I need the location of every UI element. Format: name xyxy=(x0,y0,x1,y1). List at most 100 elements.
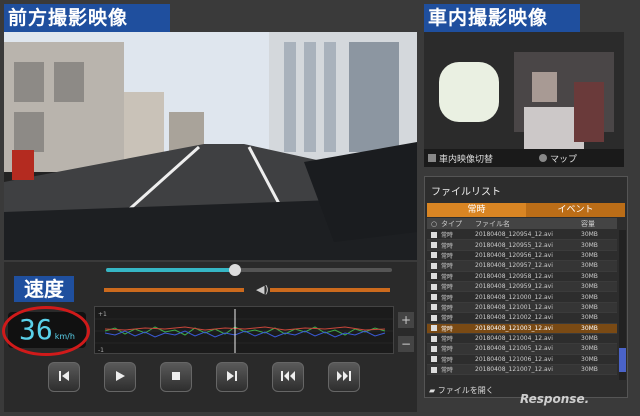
open-file-button[interactable]: ▰ ファイルを開く xyxy=(429,385,494,396)
row-type: 常時 xyxy=(441,252,454,260)
rewind-button[interactable] xyxy=(272,362,304,392)
volume-icon[interactable]: ◀) xyxy=(256,283,269,296)
zoom-out-button[interactable]: − xyxy=(398,336,414,352)
next-frame-icon xyxy=(225,368,239,387)
row-checkbox[interactable] xyxy=(431,273,437,280)
row-type: 常時 xyxy=(441,315,454,323)
row-checkbox[interactable] xyxy=(431,366,437,373)
row-checkbox[interactable] xyxy=(431,325,437,332)
row-size: 30MB xyxy=(581,345,598,353)
folder-icon: ▰ xyxy=(429,386,436,395)
column-size[interactable]: 容量 xyxy=(581,219,617,229)
row-type: 常時 xyxy=(441,232,454,240)
file-list-scrollbar[interactable] xyxy=(619,230,626,380)
row-checkbox[interactable] xyxy=(431,231,437,238)
row-filename: 20180408_121006_12.avi xyxy=(475,355,553,363)
fast-forward-button[interactable] xyxy=(328,362,360,392)
cabin-switch-button[interactable]: 車内映像切替 xyxy=(428,152,493,165)
row-filename: 20180408_121005_12.avi xyxy=(475,345,553,353)
row-type: 常時 xyxy=(441,294,454,302)
playback-progress-slider[interactable] xyxy=(106,264,392,276)
file-row[interactable]: 常時 20180408_121001_12.avi 30MB xyxy=(427,302,617,314)
map-icon xyxy=(539,154,548,162)
column-type[interactable]: タイプ xyxy=(441,219,475,229)
next-frame-button[interactable] xyxy=(216,362,248,392)
row-size: 30MB xyxy=(581,355,598,363)
stop-button[interactable] xyxy=(160,362,192,392)
row-type: 常時 xyxy=(441,304,454,312)
front-camera-heading: 前方撮影映像 xyxy=(4,4,170,32)
row-size: 30MB xyxy=(581,262,598,270)
row-type: 常時 xyxy=(441,263,454,271)
file-row[interactable]: 常時 20180408_121004_12.avi 30MB xyxy=(427,334,617,345)
progress-knob[interactable] xyxy=(228,264,241,276)
row-size: 30MB xyxy=(581,303,598,311)
file-row[interactable]: 常時 20180408_120957_12.avi 30MB xyxy=(427,261,617,272)
volume-slider[interactable] xyxy=(270,288,390,292)
play-button[interactable] xyxy=(104,362,136,392)
cabin-camera-video[interactable] xyxy=(424,32,624,149)
row-checkbox[interactable] xyxy=(431,345,437,352)
rewind-icon xyxy=(280,368,296,387)
row-checkbox[interactable] xyxy=(431,252,437,259)
front-camera-video[interactable] xyxy=(4,32,417,260)
row-checkbox[interactable] xyxy=(431,242,437,249)
row-type: 常時 xyxy=(441,242,454,250)
file-row[interactable]: 常時 20180408_120955_12.avi 30MB xyxy=(427,240,617,251)
playback-speed-slider[interactable] xyxy=(104,288,244,292)
row-type: 常時 xyxy=(441,367,454,375)
file-row[interactable]: 常時 20180408_120959_12.avi 30MB xyxy=(427,281,617,293)
row-size: 30MB xyxy=(581,324,598,332)
tab-event[interactable]: イベント xyxy=(526,203,625,217)
row-checkbox[interactable] xyxy=(431,262,437,269)
camera-switch-icon xyxy=(428,154,436,162)
file-list-panel: ファイルリスト 常時 イベント ○ タイプ ファイル名 容量 常時 2018040… xyxy=(424,176,628,398)
tab-normal[interactable]: 常時 xyxy=(427,203,526,217)
row-checkbox[interactable] xyxy=(431,335,437,342)
row-checkbox[interactable] xyxy=(431,294,437,301)
speed-highlight-circle xyxy=(2,306,90,356)
file-row[interactable]: 常時 20180408_121005_12.avi 30MB xyxy=(427,344,617,355)
file-list-tabs: 常時 イベント xyxy=(427,203,625,217)
zoom-in-button[interactable]: + xyxy=(398,312,414,328)
open-file-label: ファイルを開く xyxy=(437,386,494,395)
graph-bottom-label: -1 xyxy=(98,347,104,354)
row-size: 30MB xyxy=(581,293,598,301)
file-list-header: ○ タイプ ファイル名 容量 xyxy=(427,218,617,229)
row-checkbox[interactable] xyxy=(431,283,437,290)
scrollbar-thumb[interactable] xyxy=(619,348,626,372)
row-filename: 20180408_120956_12.avi xyxy=(475,251,553,259)
row-filename: 20180408_120957_12.avi xyxy=(475,262,553,270)
row-type: 常時 xyxy=(441,325,454,333)
row-checkbox[interactable] xyxy=(431,314,437,321)
row-checkbox[interactable] xyxy=(431,304,437,311)
file-row[interactable]: 常時 20180408_120958_12.avi 30MB xyxy=(427,272,617,282)
select-all-icon[interactable]: ○ xyxy=(427,220,441,228)
file-row[interactable]: 常時 20180408_120954_12.avi 30MB xyxy=(427,230,617,241)
file-list-rows: 常時 20180408_120954_12.avi 30MB 常時 20180408_1… xyxy=(427,230,617,376)
fast-forward-icon xyxy=(336,368,352,387)
cabin-controls-bar: 車内映像切替 マップ xyxy=(424,149,624,167)
file-row[interactable]: 常時 20180408_121000_12.avi 30MB xyxy=(427,292,617,303)
speed-heading: 速度 xyxy=(14,276,74,302)
row-size: 30MB xyxy=(581,231,598,239)
skip-to-start-button[interactable] xyxy=(48,362,80,392)
graph-top-label: +1 xyxy=(98,311,107,318)
file-row[interactable]: 常時 20180408_120956_12.avi 30MB xyxy=(427,251,617,262)
map-button[interactable]: マップ xyxy=(539,152,577,165)
file-row[interactable]: 常時 20180408_121002_12.avi 30MB xyxy=(427,313,617,324)
file-row[interactable]: 常時 20180408_121003_12.avi 30MB xyxy=(427,323,617,334)
row-size: 30MB xyxy=(581,241,598,249)
row-checkbox[interactable] xyxy=(431,356,437,363)
g-sensor-graph[interactable]: +1 -1 xyxy=(94,306,394,354)
row-size: 30MB xyxy=(581,314,598,322)
row-type: 常時 xyxy=(441,273,454,281)
row-filename: 20180408_120954_12.avi xyxy=(475,231,553,239)
row-type: 常時 xyxy=(441,346,454,354)
row-type: 常時 xyxy=(441,336,454,344)
row-filename: 20180408_121007_12.avi xyxy=(475,366,553,374)
file-row[interactable]: 常時 20180408_121006_12.avi 30MB xyxy=(427,355,617,366)
column-filename[interactable]: ファイル名 xyxy=(475,219,581,229)
watermark: Response. xyxy=(520,392,590,406)
file-row[interactable]: 常時 20180408_121007_12.avi 30MB xyxy=(427,365,617,376)
